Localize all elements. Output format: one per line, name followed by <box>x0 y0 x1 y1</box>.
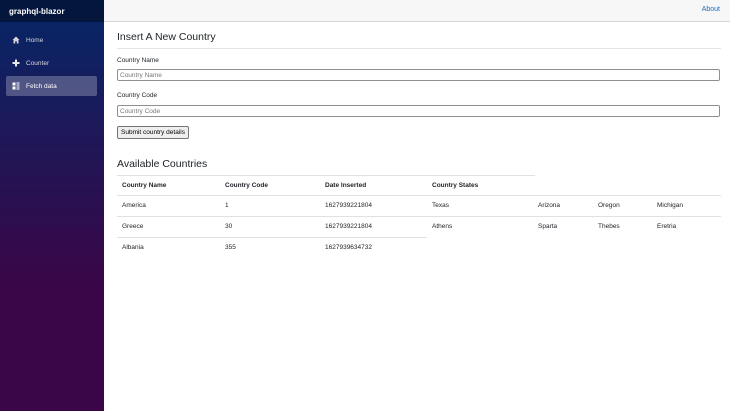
sidebar: graphql-blazor Home Counter Fetch data <box>0 0 104 411</box>
nav-menu: Home Counter Fetch data <box>0 22 104 96</box>
divider <box>117 48 721 49</box>
header-bottom-border <box>117 195 721 196</box>
cell-state: Athens <box>432 223 453 230</box>
nav-item-label: Fetch data <box>26 82 57 90</box>
row-divider <box>117 216 721 217</box>
country-name-input[interactable] <box>117 69 720 81</box>
cell-date-inserted: 1627939221804 <box>325 202 372 209</box>
nav-item-label: Counter <box>26 59 50 67</box>
cell-country-code: 1 <box>225 202 229 209</box>
cell-date-inserted: 1627939221804 <box>325 223 372 230</box>
header-country-states: Country States <box>432 182 479 189</box>
form-title: Insert A New Country <box>117 31 216 43</box>
header-country-code: Country Code <box>225 182 268 189</box>
cell-state: Sparta <box>538 223 558 230</box>
country-code-input[interactable] <box>117 105 720 117</box>
list-icon <box>12 82 20 90</box>
cell-state: Texas <box>432 202 449 209</box>
cell-state: Eretria <box>657 223 677 230</box>
brand-link[interactable]: graphql-blazor <box>9 7 65 16</box>
cell-country-name: Greece <box>122 223 144 230</box>
home-icon <box>12 36 20 44</box>
plus-icon <box>12 59 20 67</box>
cell-state: Thebes <box>598 223 620 230</box>
cell-country-code: 30 <box>225 223 233 230</box>
top-bar: About <box>104 0 730 22</box>
header-top-border <box>117 175 535 176</box>
row-divider <box>117 237 427 238</box>
cell-country-name: Albania <box>122 244 144 251</box>
cell-date-inserted: 1627939634732 <box>325 244 372 251</box>
header-date-inserted: Date Inserted <box>325 182 367 189</box>
cell-state: Oregon <box>598 202 620 209</box>
table-title: Available Countries <box>117 158 208 170</box>
cell-state: Michigan <box>657 202 684 209</box>
cell-country-name: America <box>122 202 146 209</box>
brand-bar: graphql-blazor <box>0 0 104 22</box>
country-name-label: Country Name <box>117 57 159 64</box>
nav-item-label: Home <box>26 36 44 44</box>
about-link[interactable]: About <box>702 6 720 13</box>
nav-item-home[interactable]: Home <box>6 30 97 50</box>
country-code-label: Country Code <box>117 92 158 99</box>
nav-item-fetch-data[interactable]: Fetch data <box>6 76 97 96</box>
nav-item-counter[interactable]: Counter <box>6 53 97 73</box>
cell-state: Arizona <box>538 202 561 209</box>
header-country-name: Country Name <box>122 182 167 189</box>
cell-country-code: 355 <box>225 244 236 251</box>
submit-button[interactable]: Submit country details <box>117 126 189 139</box>
